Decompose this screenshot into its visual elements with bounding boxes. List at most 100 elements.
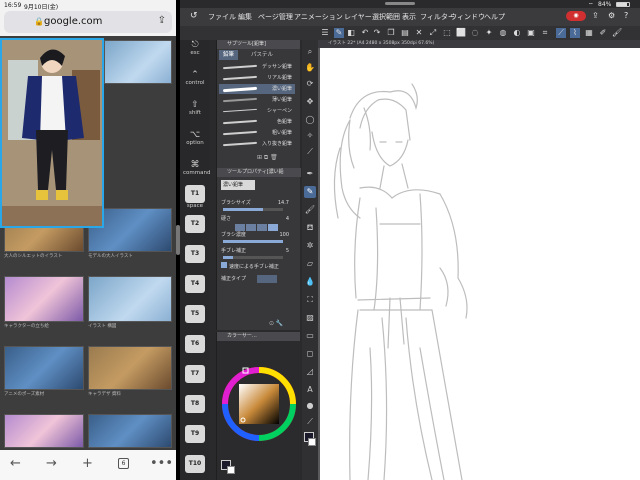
- result-thumbnail[interactable]: [88, 346, 172, 390]
- sub-color-swatch[interactable]: [227, 466, 235, 474]
- menu-selection[interactable]: 選択範囲: [372, 12, 400, 22]
- t7-key[interactable]: T7: [185, 365, 205, 383]
- lasso-icon[interactable]: ◌: [470, 28, 480, 38]
- eraser-icon[interactable]: ▱: [304, 258, 316, 270]
- result-thumbnail[interactable]: [88, 276, 172, 322]
- tab-pencil[interactable]: 鉛筆: [219, 50, 239, 60]
- eyedropper-icon[interactable]: ⟋: [304, 146, 316, 158]
- brush-item[interactable]: シャーペン: [219, 106, 295, 116]
- t3-key[interactable]: T3: [185, 245, 205, 263]
- correction-icon[interactable]: ●: [304, 400, 316, 412]
- t8-key[interactable]: T8: [185, 395, 205, 413]
- menu-page[interactable]: ページ管理: [258, 12, 293, 22]
- ruler-icon[interactable]: ⟋: [556, 28, 566, 38]
- brush-density-slider[interactable]: [223, 240, 283, 243]
- frame-icon[interactable]: ◻: [304, 348, 316, 360]
- result-thumbnail[interactable]: [4, 276, 84, 322]
- share-icon[interactable]: ⇪: [592, 11, 599, 20]
- new-tab-icon[interactable]: +: [82, 456, 93, 471]
- invert-icon[interactable]: ◐: [512, 28, 522, 38]
- menu-view[interactable]: 表示: [402, 12, 416, 22]
- text-icon[interactable]: A: [304, 384, 316, 396]
- magic-wand-icon[interactable]: ✧: [304, 130, 316, 142]
- color-wheel[interactable]: [221, 366, 297, 442]
- back-icon[interactable]: ←: [10, 456, 21, 471]
- app-icon[interactable]: ↺: [190, 11, 198, 21]
- esc-key[interactable]: ⎋ esc: [183, 40, 207, 56]
- menu-icon[interactable]: ☰: [320, 28, 330, 38]
- transform-icon[interactable]: ⤢: [428, 28, 438, 38]
- brush-item[interactable]: 薄い鉛筆: [219, 95, 295, 105]
- paste-icon[interactable]: ▤: [400, 28, 410, 38]
- brush-item[interactable]: 入り抜き鉛筆: [219, 139, 295, 149]
- t1-key[interactable]: T1: [185, 185, 205, 203]
- prop-brush-density[interactable]: ブラシ濃度 100: [221, 230, 297, 240]
- help-icon[interactable]: ?: [624, 11, 628, 20]
- decoration-icon[interactable]: ✲: [304, 240, 316, 252]
- zoom-icon[interactable]: ⌕: [304, 46, 316, 58]
- prop-speed-stabilization[interactable]: 速度による手ブレ補正: [221, 262, 297, 272]
- reference-image-preview[interactable]: [0, 38, 104, 228]
- brush-icon[interactable]: 🖌: [304, 204, 316, 216]
- redo-icon[interactable]: ↷: [372, 28, 382, 38]
- bucket-icon[interactable]: ◍: [498, 28, 508, 38]
- undo-icon[interactable]: ↶: [360, 28, 370, 38]
- multitask-handle[interactable]: [385, 2, 415, 5]
- tool-name-field[interactable]: 濃い鉛筆: [221, 180, 255, 190]
- menu-file[interactable]: ファイル: [208, 12, 236, 22]
- figure-icon[interactable]: ▭: [304, 330, 316, 342]
- hand-icon[interactable]: ✋: [304, 62, 316, 74]
- pencil-icon[interactable]: ✎: [304, 186, 316, 198]
- copy-icon[interactable]: ❐: [386, 28, 396, 38]
- forward-icon[interactable]: →: [46, 456, 57, 471]
- brush-item-selected[interactable]: 濃い鉛筆: [219, 84, 295, 94]
- menu-window[interactable]: ウィンドウ: [450, 12, 485, 22]
- tab-pastel[interactable]: パステル: [247, 50, 277, 60]
- brush-item[interactable]: 粗い鉛筆: [219, 128, 295, 138]
- control-key[interactable]: ⌃ control: [183, 70, 207, 86]
- t4-key[interactable]: T4: [185, 275, 205, 293]
- result-thumbnail[interactable]: [4, 414, 84, 448]
- t5-key[interactable]: T5: [185, 305, 205, 323]
- rotate-icon[interactable]: ⟳: [304, 78, 316, 90]
- property-actions[interactable]: ⊙ 🔧: [269, 320, 283, 327]
- fill-icon[interactable]: ⛶: [304, 294, 316, 306]
- shift-key[interactable]: ⇧ shift: [183, 100, 207, 116]
- brush-item[interactable]: デッサン鉛筆: [219, 62, 295, 72]
- prop-correction-type[interactable]: 補正タイプ: [221, 274, 297, 284]
- settings-icon[interactable]: ⚙: [608, 11, 615, 20]
- select-all-icon[interactable]: ⬚: [442, 28, 452, 38]
- blend-icon[interactable]: 💧: [304, 276, 316, 288]
- prop-stabilization[interactable]: 手ブレ補正 5: [221, 246, 297, 256]
- record-icon[interactable]: ◉: [566, 11, 586, 21]
- option-key[interactable]: ⌥ option: [183, 130, 207, 146]
- pen-icon[interactable]: ✎: [334, 28, 344, 38]
- balloon-icon[interactable]: ◿: [304, 366, 316, 378]
- canvas-tab[interactable]: イラスト 22* (A4 2480 x 3508px 350dpi 67.6%): [318, 40, 640, 48]
- prop-brush-size[interactable]: ブラシサイズ 14.7: [221, 198, 297, 208]
- result-thumbnail[interactable]: [88, 414, 172, 448]
- stabilization-slider[interactable]: [223, 256, 283, 259]
- result-thumbnail[interactable]: [104, 40, 172, 84]
- drawing-canvas[interactable]: [320, 48, 640, 480]
- command-key[interactable]: ⌘ command: [183, 160, 210, 176]
- subtool-actions[interactable]: ⊞ ⧉ 🗑: [257, 154, 278, 162]
- line-correction-icon[interactable]: ⟋: [304, 416, 316, 428]
- grid-icon[interactable]: ▦: [584, 28, 594, 38]
- t2-key[interactable]: T2: [185, 215, 205, 233]
- t6-key[interactable]: T6: [185, 335, 205, 353]
- menu-animation[interactable]: アニメーション: [294, 12, 343, 22]
- lasso-icon[interactable]: ◯: [304, 114, 316, 126]
- crop-icon[interactable]: ⌗: [540, 28, 550, 38]
- clear-icon[interactable]: ✕: [414, 28, 424, 38]
- address-bar[interactable]: 🔒 google.com ⇪: [4, 11, 172, 33]
- gradient-icon[interactable]: ▨: [304, 312, 316, 324]
- t9-key[interactable]: T9: [185, 425, 205, 443]
- brush-size-slider[interactable]: [223, 208, 283, 211]
- more-icon[interactable]: •••: [150, 456, 173, 471]
- share-icon[interactable]: ⇪: [158, 15, 166, 26]
- menu-layer[interactable]: レイヤー: [344, 12, 372, 22]
- tabs-button[interactable]: 6: [118, 458, 129, 469]
- t10-key[interactable]: T10: [185, 455, 205, 473]
- layer-icon[interactable]: ▣: [526, 28, 536, 38]
